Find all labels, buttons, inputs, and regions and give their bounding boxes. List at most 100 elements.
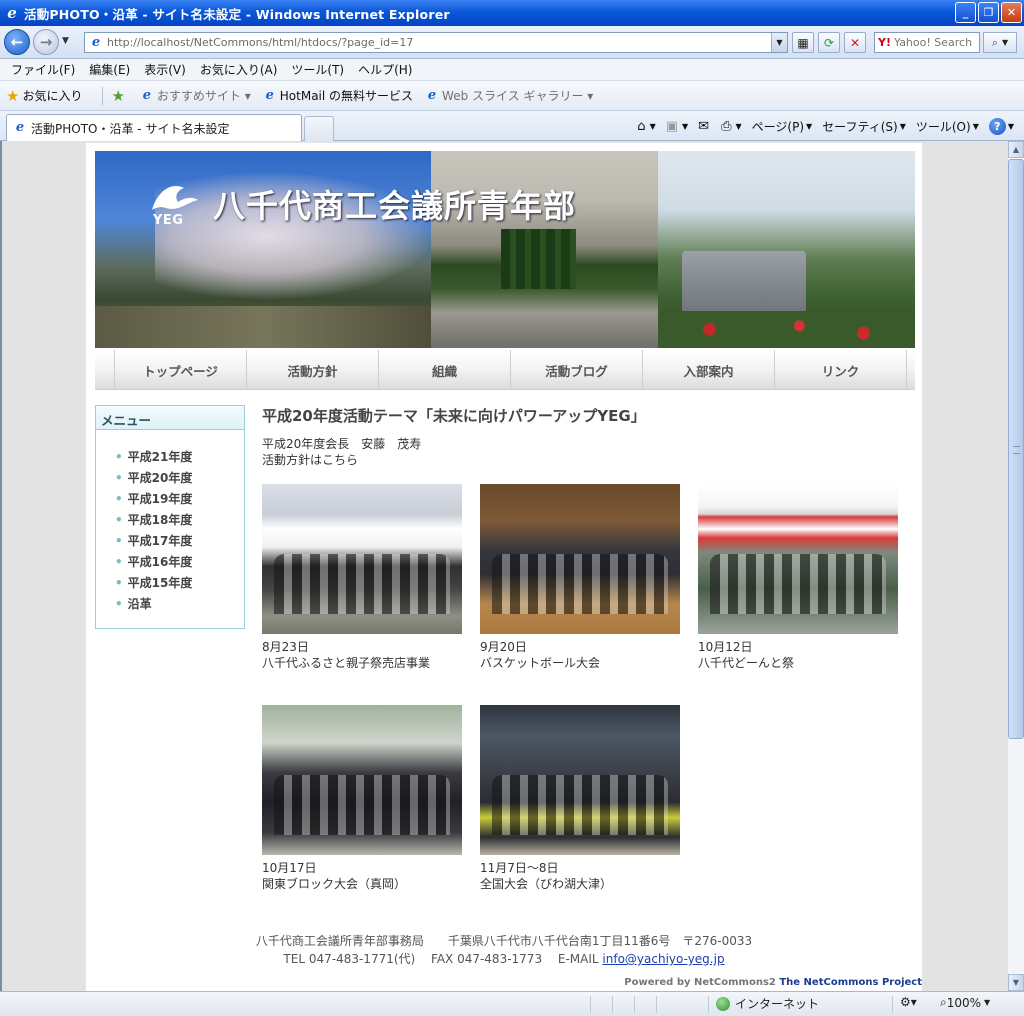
recent-pages-dropdown[interactable]: ▼ xyxy=(62,36,69,46)
fav-item-web-slice-gallery[interactable]: e Web スライス ギャラリー ▾ xyxy=(425,87,593,104)
browser-viewport: YEG 八千代商工会議所青年部 トップページ 活動方針 組織 活動ブログ 入部案… xyxy=(0,141,1024,991)
nav-links[interactable]: リンク xyxy=(775,350,907,390)
window-title-bar: e 活動PHOTO・沿革 - サイト名未設定 - Windows Interne… xyxy=(0,0,1024,26)
policy-link[interactable]: 活動方針はこちら xyxy=(262,452,421,468)
nav-join-info[interactable]: 入部案内 xyxy=(643,350,775,390)
page-menu[interactable]: ページ(P) ▼ xyxy=(748,116,817,136)
fav-item-label: HotMail の無料サービス xyxy=(279,89,414,103)
photo-date: 11月7日～8日 xyxy=(480,861,559,875)
status-divider xyxy=(590,996,591,1013)
address-input[interactable] xyxy=(107,36,767,49)
photo-caption: 10月12日 八千代どーんと祭 xyxy=(698,639,794,671)
photo-event: 八千代どーんと祭 xyxy=(698,656,795,670)
tab-active[interactable]: e 活動PHOTO・沿革 - サイト名未設定 xyxy=(6,114,302,141)
side-menu-item-h18[interactable]: 平成18年度 xyxy=(115,509,244,530)
restore-button[interactable]: ❐ xyxy=(978,2,999,23)
photo-doon-festival[interactable] xyxy=(698,484,898,634)
chevron-down-icon: ▼ xyxy=(1007,121,1014,131)
side-menu-list: 平成21年度 平成20年度 平成19年度 平成18年度 平成17年度 平成16年… xyxy=(96,446,244,614)
menu-view[interactable]: 表示(V) xyxy=(137,61,193,78)
nav-cap xyxy=(95,350,115,390)
address-field[interactable]: e ▼ xyxy=(84,32,788,53)
side-menu-item-history[interactable]: 沿革 xyxy=(115,593,244,614)
header-photo-park xyxy=(658,151,915,348)
scroll-up-icon[interactable]: ▲ xyxy=(1008,141,1024,158)
zoom-level: 100% xyxy=(946,995,982,1010)
internet-globe-icon xyxy=(716,996,730,1011)
print-button[interactable]: ⎙ ▼ xyxy=(717,116,746,136)
menu-bar: ファイル(F) 編集(E) 表示(V) お気に入り(A) ツール(T) ヘルプ(… xyxy=(0,59,1024,81)
photo-people xyxy=(492,775,668,835)
help-button[interactable]: ? ▼ xyxy=(985,116,1018,136)
tools-menu[interactable]: ツール(O) ▼ xyxy=(912,116,983,136)
nav-activity-policy[interactable]: 活動方針 xyxy=(247,350,379,390)
site-header: YEG 八千代商工会議所青年部 xyxy=(95,151,915,348)
search-field[interactable]: Y! xyxy=(874,32,980,53)
address-dropdown-icon[interactable]: ▼ xyxy=(771,33,787,52)
nav-activity-blog[interactable]: 活動ブログ xyxy=(511,350,643,390)
zoom-control[interactable]: ⌕ 100% ▼ xyxy=(940,995,990,1010)
back-button[interactable]: ← xyxy=(4,29,30,55)
stop-button[interactable]: ✕ xyxy=(844,32,866,53)
fav-item-suggested-sites[interactable]: e おすすめサイト ▾ xyxy=(140,87,251,104)
side-menu-item-h16[interactable]: 平成16年度 xyxy=(115,551,244,572)
powered-by: Powered by NetCommons2 The NetCommons Pr… xyxy=(624,977,922,988)
fav-item-hotmail[interactable]: e HotMail の無料サービス xyxy=(263,87,413,104)
favorites-button[interactable]: ★ お気に入り xyxy=(6,87,82,105)
compatibility-icon: ▦ xyxy=(797,35,809,50)
side-menu-item-h17[interactable]: 平成17年度 xyxy=(115,530,244,551)
footer-email-link[interactable]: info@yachiyo-yeg.jp xyxy=(602,952,724,966)
side-menu-item-h15[interactable]: 平成15年度 xyxy=(115,572,244,593)
main-title: 平成20年度活動テーマ「未来に向けパワーアップYEG」 xyxy=(262,407,646,425)
menu-favorites[interactable]: お気に入り(A) xyxy=(193,61,285,78)
photo-national-convention[interactable] xyxy=(480,705,680,855)
nav-top-page[interactable]: トップページ xyxy=(115,350,247,390)
site-title: 八千代商工会議所青年部 xyxy=(213,187,577,225)
security-zone-label: インターネット xyxy=(735,997,820,1011)
site-footer: 八千代商工会議所青年部事務局 千葉県八千代市八千代台南1丁目11番6号 〒276… xyxy=(86,932,922,968)
menu-tools[interactable]: ツール(T) xyxy=(284,61,351,78)
search-button[interactable]: ⌕ ▼ xyxy=(983,32,1017,53)
window-controls: _ ❐ ✕ xyxy=(955,2,1022,23)
compatibility-view-button[interactable]: ▦ xyxy=(792,32,814,53)
feeds-button[interactable]: ▣ ▼ xyxy=(662,116,692,136)
refresh-icon: ⟳ xyxy=(823,35,835,50)
minimize-button[interactable]: _ xyxy=(955,2,976,23)
safety-menu[interactable]: セーフティ(S) ▼ xyxy=(818,116,910,136)
photo-basketball[interactable] xyxy=(480,484,680,634)
menu-edit[interactable]: 編集(E) xyxy=(82,61,137,78)
scroll-thumb[interactable] xyxy=(1008,159,1024,739)
side-menu-item-h20[interactable]: 平成20年度 xyxy=(115,467,244,488)
close-button[interactable]: ✕ xyxy=(1001,2,1022,23)
mail-button[interactable]: ✉ xyxy=(694,116,715,136)
menu-help[interactable]: ヘルプ(H) xyxy=(351,61,419,78)
side-menu-item-h19[interactable]: 平成19年度 xyxy=(115,488,244,509)
refresh-button[interactable]: ⟳ xyxy=(818,32,840,53)
scroll-down-icon[interactable]: ▼ xyxy=(1008,974,1024,991)
new-tab-button[interactable] xyxy=(304,116,334,141)
photo-caption: 8月23日 八千代ふるさと親子祭売店事業 xyxy=(262,639,430,671)
yahoo-logo-icon: Y! xyxy=(878,36,891,49)
photo-people xyxy=(492,554,668,614)
search-options-icon[interactable]: ▼ xyxy=(1002,38,1008,47)
ie-page-icon: e xyxy=(15,120,25,135)
search-input[interactable] xyxy=(893,36,974,49)
nav-organization[interactable]: 組織 xyxy=(379,350,511,390)
protected-mode-icon[interactable]: ⚙▾ xyxy=(900,995,917,1009)
vertical-scrollbar[interactable]: ▲ ▼ xyxy=(1007,141,1024,991)
home-button[interactable]: ⌂ ▼ xyxy=(633,116,659,136)
side-menu-item-h21[interactable]: 平成21年度 xyxy=(115,446,244,467)
photo-kanto-block[interactable] xyxy=(262,705,462,855)
powered-by-text: Powered by NetCommons2 xyxy=(624,977,780,988)
chevron-down-icon: ▼ xyxy=(806,121,813,131)
netcommons-project-link[interactable]: The NetCommons Project xyxy=(779,977,922,988)
menu-file[interactable]: ファイル(F) xyxy=(4,61,82,78)
global-nav: トップページ 活動方針 組織 活動ブログ 入部案内 リンク xyxy=(95,350,915,390)
chevron-down-icon: ▼ xyxy=(735,121,742,131)
forward-button[interactable]: → xyxy=(33,29,59,55)
tools-menu-label: ツール(O) xyxy=(915,119,971,134)
footer-address: 八千代商工会議所青年部事務局 千葉県八千代市八千代台南1丁目11番6号 〒276… xyxy=(255,934,753,948)
photo-festival-stall[interactable] xyxy=(262,484,462,634)
add-favorites-button[interactable]: ★ xyxy=(111,87,127,105)
command-bar: ⌂ ▼ ▣ ▼ ✉ ⎙ ▼ ページ(P) ▼ セーフティ(S) ▼ ツール(O) ▼ ? ▼ xyxy=(633,116,1018,136)
